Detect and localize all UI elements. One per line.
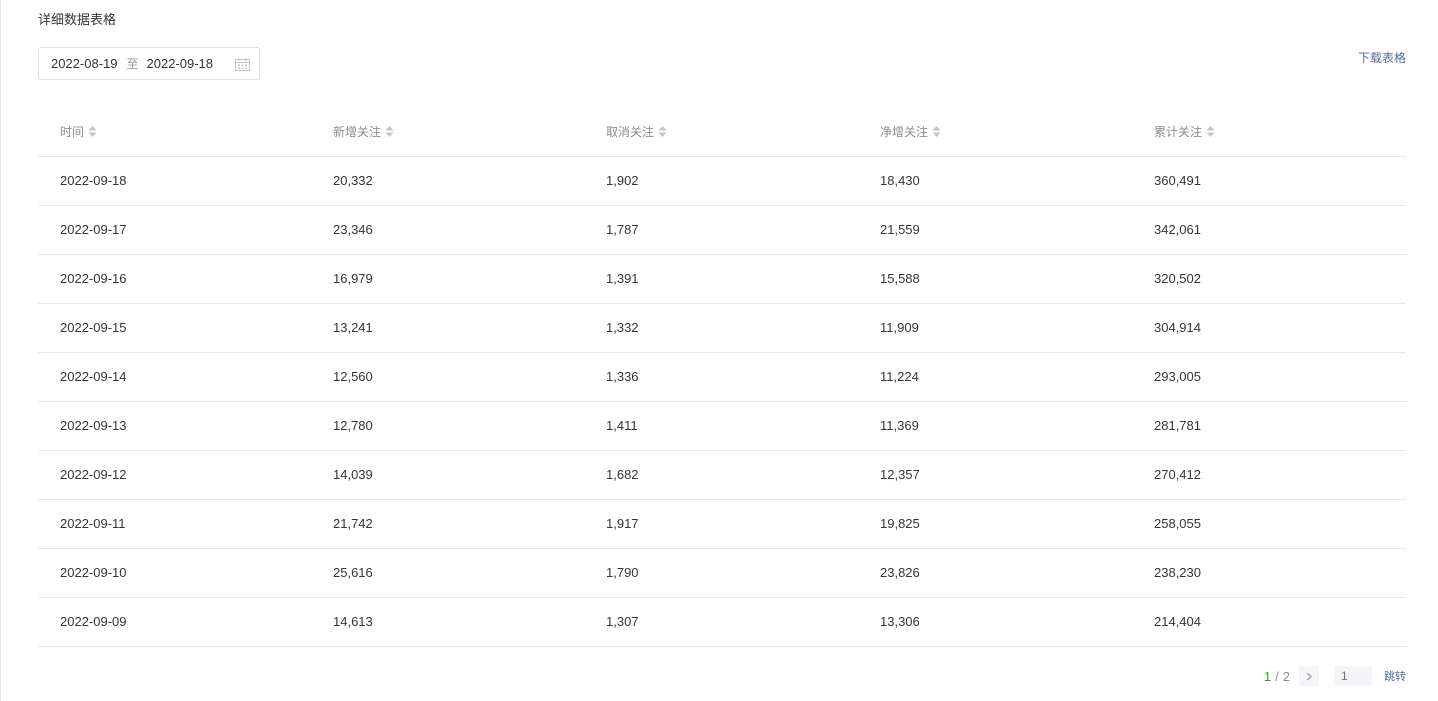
cell-unfollows: 1,917 <box>606 499 880 549</box>
cell-new-follows: 12,780 <box>333 401 606 451</box>
column-header-unfollows[interactable]: 取消关注 <box>606 108 880 157</box>
cell-time: 2022-09-14 <box>38 352 333 402</box>
cell-new-follows: 14,039 <box>333 450 606 500</box>
cell-unfollows: 1,332 <box>606 303 880 353</box>
column-header-time[interactable]: 时间 <box>38 108 333 157</box>
column-header-label: 累计关注 <box>1154 125 1203 140</box>
cell-time: 2022-09-11 <box>38 499 333 549</box>
cell-total-follows: 304,914 <box>1154 303 1406 353</box>
cell-unfollows: 1,790 <box>606 548 880 598</box>
cell-time: 2022-09-18 <box>38 156 333 206</box>
table-row: 2022-09-11 21,742 1,917 19,825 258,055 <box>38 499 1406 549</box>
detail-data-panel: 详细数据表格 2022-08-19 至 2022-09-18 下载表格 时间 新增… <box>0 0 1438 701</box>
table-row: 2022-09-15 13,241 1,332 11,909 304,914 <box>38 303 1406 353</box>
cell-time: 2022-09-09 <box>38 597 333 647</box>
cell-time: 2022-09-12 <box>38 450 333 500</box>
cell-time: 2022-09-10 <box>38 548 333 598</box>
table-row: 2022-09-17 23,346 1,787 21,559 342,061 <box>38 205 1406 255</box>
table-row: 2022-09-18 20,332 1,902 18,430 360,491 <box>38 156 1406 206</box>
date-range-picker[interactable]: 2022-08-19 至 2022-09-18 <box>38 47 260 80</box>
sort-icon[interactable] <box>88 125 97 138</box>
cell-total-follows: 320,502 <box>1154 254 1406 304</box>
cell-time: 2022-09-17 <box>38 205 333 255</box>
cell-net-follows: 19,825 <box>880 499 1154 549</box>
cell-new-follows: 12,560 <box>333 352 606 402</box>
column-header-inner[interactable]: 累计关注 <box>1154 123 1215 140</box>
cell-net-follows: 11,224 <box>880 352 1154 402</box>
download-table-link[interactable]: 下载表格 <box>1358 49 1406 66</box>
cell-net-follows: 12,357 <box>880 450 1154 500</box>
cell-total-follows: 270,412 <box>1154 450 1406 500</box>
cell-unfollows: 1,902 <box>606 156 880 206</box>
section-title: 详细数据表格 <box>38 13 117 28</box>
table-row: 2022-09-14 12,560 1,336 11,224 293,005 <box>38 352 1406 402</box>
start-date[interactable]: 2022-08-19 <box>51 56 118 71</box>
column-header-inner[interactable]: 时间 <box>60 123 97 140</box>
table-row: 2022-09-13 12,780 1,411 11,369 281,781 <box>38 401 1406 451</box>
cell-new-follows: 25,616 <box>333 548 606 598</box>
chevron-right-icon <box>1306 672 1312 680</box>
column-header-label: 时间 <box>60 125 85 140</box>
cell-net-follows: 11,369 <box>880 401 1154 451</box>
cell-total-follows: 293,005 <box>1154 352 1406 402</box>
column-header-inner[interactable]: 取消关注 <box>606 123 667 140</box>
cell-unfollows: 1,391 <box>606 254 880 304</box>
total-pages: 2 <box>1282 668 1290 684</box>
page-jump-input[interactable] <box>1334 666 1372 686</box>
end-date[interactable]: 2022-09-18 <box>147 56 214 71</box>
cell-unfollows: 1,336 <box>606 352 880 402</box>
column-header-label: 净增关注 <box>880 125 929 140</box>
cell-new-follows: 16,979 <box>333 254 606 304</box>
page-separator: / <box>1275 668 1279 684</box>
table-body: 2022-09-18 20,332 1,902 18,430 360,491 2022-0… <box>38 156 1406 647</box>
sort-icon[interactable] <box>932 125 941 138</box>
sort-icon[interactable] <box>1206 125 1215 138</box>
current-page: 1 <box>1263 668 1272 684</box>
cell-total-follows: 360,491 <box>1154 156 1406 206</box>
cell-unfollows: 1,787 <box>606 205 880 255</box>
cell-new-follows: 14,613 <box>333 597 606 647</box>
cell-net-follows: 11,909 <box>880 303 1154 353</box>
table-row: 2022-09-16 16,979 1,391 15,588 320,502 <box>38 254 1406 304</box>
data-table: 时间 新增关注 取消关注 净增关注 累计关注 2022-09-18 20,332 1,902… <box>38 108 1406 647</box>
table-row: 2022-09-12 14,039 1,682 12,357 270,412 <box>38 450 1406 500</box>
cell-net-follows: 21,559 <box>880 205 1154 255</box>
cell-net-follows: 23,826 <box>880 548 1154 598</box>
cell-unfollows: 1,307 <box>606 597 880 647</box>
table-header-row: 时间 新增关注 取消关注 净增关注 累计关注 <box>38 108 1406 157</box>
cell-net-follows: 18,430 <box>880 156 1154 206</box>
column-header-net-follows[interactable]: 净增关注 <box>880 108 1154 157</box>
column-header-label: 取消关注 <box>606 125 655 140</box>
date-separator: 至 <box>126 57 139 71</box>
next-page-button[interactable] <box>1299 666 1319 686</box>
jump-button[interactable]: 跳转 <box>1384 668 1406 684</box>
cell-new-follows: 13,241 <box>333 303 606 353</box>
cell-time: 2022-09-16 <box>38 254 333 304</box>
column-header-total-follows[interactable]: 累计关注 <box>1154 108 1406 157</box>
cell-unfollows: 1,411 <box>606 401 880 451</box>
cell-total-follows: 238,230 <box>1154 548 1406 598</box>
cell-new-follows: 20,332 <box>333 156 606 206</box>
calendar-icon[interactable] <box>235 58 250 71</box>
cell-total-follows: 281,781 <box>1154 401 1406 451</box>
cell-unfollows: 1,682 <box>606 450 880 500</box>
sort-icon[interactable] <box>385 125 394 138</box>
cell-total-follows: 342,061 <box>1154 205 1406 255</box>
cell-time: 2022-09-13 <box>38 401 333 451</box>
column-header-label: 新增关注 <box>333 125 382 140</box>
column-header-inner[interactable]: 新增关注 <box>333 123 394 140</box>
table-row: 2022-09-09 14,613 1,307 13,306 214,404 <box>38 597 1406 647</box>
cell-net-follows: 13,306 <box>880 597 1154 647</box>
cell-net-follows: 15,588 <box>880 254 1154 304</box>
cell-time: 2022-09-15 <box>38 303 333 353</box>
table-row: 2022-09-10 25,616 1,790 23,826 238,230 <box>38 548 1406 598</box>
cell-new-follows: 21,742 <box>333 499 606 549</box>
column-header-inner[interactable]: 净增关注 <box>880 123 941 140</box>
cell-total-follows: 214,404 <box>1154 597 1406 647</box>
cell-new-follows: 23,346 <box>333 205 606 255</box>
cell-total-follows: 258,055 <box>1154 499 1406 549</box>
sort-icon[interactable] <box>658 125 667 138</box>
column-header-new-follows[interactable]: 新增关注 <box>333 108 606 157</box>
pagination: 1 / 2 跳转 <box>1264 666 1406 686</box>
